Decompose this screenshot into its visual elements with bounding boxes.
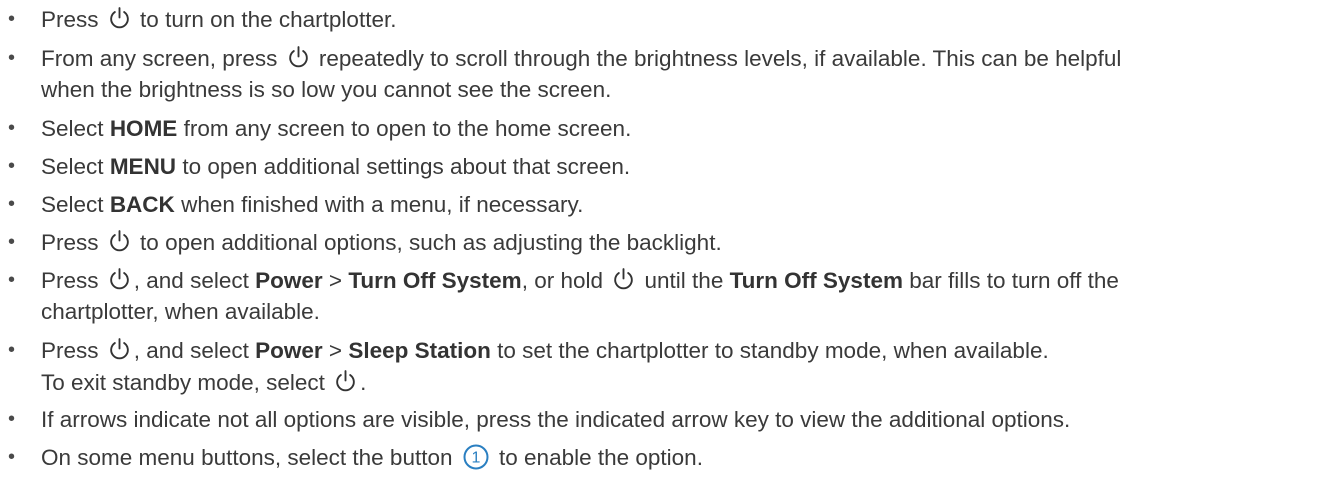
ui-label-turn-off-system: Turn Off System [729,268,903,293]
svg-text:1: 1 [471,450,480,467]
item-text: from any screen to open to the home scre… [183,116,632,141]
callout-number-icon: 1 [463,444,489,470]
power-icon [107,337,132,362]
bullet: • [8,117,16,139]
bullet: • [8,47,16,69]
period: . [360,370,367,395]
standby-exit-text: To exit standby mode, select [41,370,325,395]
separator: > [328,268,343,293]
item-text: until the [644,268,724,293]
item-text: Select [41,192,104,217]
power-icon [107,267,132,292]
item-text: , and select [133,268,249,293]
bullet: • [8,155,16,177]
item-text: , and select [133,338,249,363]
bullet: • [8,193,16,215]
item-text: to turn on the chartplotter. [140,7,397,32]
item-text-continued: To exit standby mode, select . [41,367,366,398]
power-icon [611,267,636,292]
item-text: If arrows indicate not all options are v… [41,407,1071,432]
item-text: On some menu buttons, select the button [41,445,453,470]
item-text: to open additional options, such as adju… [140,230,722,255]
item-text: Select [41,154,104,179]
ui-label-menu: MENU [109,154,177,179]
item-text: Select [41,116,104,141]
separator: > [328,338,343,363]
power-icon [107,6,132,31]
ui-label-turn-off-system: Turn Off System [348,268,522,293]
item-text: bar fills to turn off the [909,268,1119,293]
bullet: • [8,8,16,30]
power-icon [107,229,132,254]
ui-label-sleep-station: Sleep Station [348,338,491,363]
item-text: when finished with a menu, if necessary. [181,192,584,217]
bullet: • [8,446,16,468]
item-text: Press [41,338,99,363]
item-text: From any screen, press [41,46,278,71]
ui-label-home: HOME [109,116,178,141]
item-text: Press [41,7,99,32]
item-text: repeatedly to scroll through the brightn… [318,46,1122,71]
ui-label-back: BACK [109,192,175,217]
item-text: to set the chartplotter to standby mode,… [497,338,1049,363]
power-icon [286,45,311,70]
item-text: , or hold [521,268,603,293]
bullet: • [8,269,16,291]
ui-label-power: Power [255,338,323,363]
item-text-continued: chartplotter, when available. [41,299,320,324]
item-text: Press [41,268,99,293]
power-icon [333,369,358,394]
item-text: Press [41,230,99,255]
ui-label-power: Power [255,268,323,293]
bullet: • [8,408,16,430]
item-text-continued: when the brightness is so low you cannot… [41,77,612,102]
bullet: • [8,339,16,361]
item-text: to open additional settings about that s… [182,154,631,179]
item-text: to enable the option. [499,445,703,470]
bullet: • [8,231,16,253]
